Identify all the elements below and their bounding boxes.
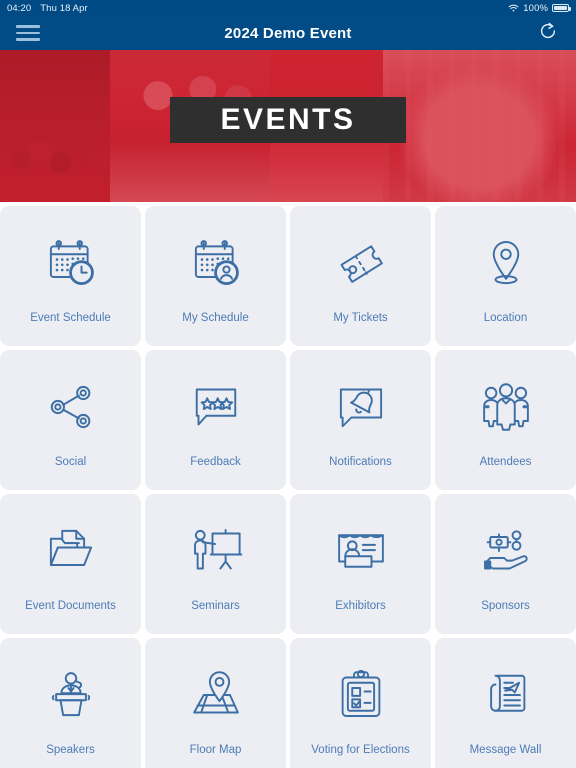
three-people-icon (435, 350, 576, 456)
tile-label: Attendees (479, 456, 532, 469)
tile-label: Message Wall (469, 744, 542, 757)
wifi-icon (508, 4, 519, 13)
tile-event-documents[interactable]: Event Documents (0, 494, 141, 634)
hero-label-text: EVENTS (220, 103, 356, 136)
page-title: 2024 Demo Event (224, 24, 352, 42)
tile-grid: Event Schedule My Schedule My Tickets Lo… (0, 202, 576, 768)
tile-seminars[interactable]: Seminars (145, 494, 286, 634)
share-nodes-icon (0, 350, 141, 456)
tile-social[interactable]: Social (0, 350, 141, 490)
tile-label: Seminars (191, 600, 240, 613)
tile-label: Voting for Elections (311, 744, 410, 757)
folded-map-pin-icon (145, 638, 286, 744)
app-root: 04:20 Thu 18 Apr 100% 2024 Demo Event EV… (0, 0, 576, 768)
hero-label-box: EVENTS (170, 97, 406, 143)
tile-label: My Schedule (182, 312, 249, 325)
hand-money-icon (435, 494, 576, 600)
tile-label: Social (54, 456, 87, 469)
tile-message-wall[interactable]: Message Wall (435, 638, 576, 768)
presenter-whiteboard-icon (145, 494, 286, 600)
status-bar: 04:20 Thu 18 Apr 100% (0, 0, 576, 16)
navigation-bar: 2024 Demo Event (0, 16, 576, 50)
tile-label: Sponsors (481, 600, 530, 613)
battery-full-icon (552, 4, 571, 12)
status-bar-right: 100% (508, 2, 571, 14)
map-pin-icon (435, 206, 576, 312)
ticket-icon (290, 206, 431, 312)
tile-label: Notifications (329, 456, 392, 469)
status-bar-left: 04:20 Thu 18 Apr (7, 3, 88, 14)
podium-speaker-icon (0, 638, 141, 744)
tile-my-tickets[interactable]: My Tickets (290, 206, 431, 346)
status-time: 04:20 (7, 2, 32, 14)
tile-exhibitors[interactable]: Exhibitors (290, 494, 431, 634)
clipboard-checklist-icon (290, 638, 431, 744)
tile-floor-map[interactable]: Floor Map (145, 638, 286, 768)
tile-speakers[interactable]: Speakers (0, 638, 141, 768)
speech-bubble-bell-icon (290, 350, 431, 456)
calendar-clock-icon (0, 206, 141, 312)
hero-banner[interactable]: EVENTS (0, 50, 576, 202)
status-date: Thu 18 Apr (40, 2, 88, 14)
refresh-button[interactable] (520, 16, 576, 50)
tile-notifications[interactable]: Notifications (290, 350, 431, 490)
folder-document-icon (0, 494, 141, 600)
tile-label: Floor Map (189, 744, 242, 757)
speech-bubble-stars-icon (145, 350, 286, 456)
tile-attendees[interactable]: Attendees (435, 350, 576, 490)
refresh-icon (538, 21, 558, 46)
battery-percent-label: 100% (523, 2, 548, 14)
hero-photo-1 (0, 50, 110, 202)
tile-label: Event Documents (25, 600, 116, 613)
hero-photo-4 (383, 50, 576, 202)
tile-voting-for-elections[interactable]: Voting for Elections (290, 638, 431, 768)
tile-label: My Tickets (333, 312, 388, 325)
newspaper-send-icon (435, 638, 576, 744)
tile-my-schedule[interactable]: My Schedule (145, 206, 286, 346)
tile-event-schedule[interactable]: Event Schedule (0, 206, 141, 346)
tile-feedback[interactable]: Feedback (145, 350, 286, 490)
tile-label: Location (483, 312, 528, 325)
tile-label: Feedback (190, 456, 241, 469)
tile-sponsors[interactable]: Sponsors (435, 494, 576, 634)
exhibitor-booth-icon (290, 494, 431, 600)
tile-label: Event Schedule (30, 312, 111, 325)
hamburger-menu-icon (16, 25, 40, 41)
tile-label: Speakers (46, 744, 95, 757)
hamburger-menu-button[interactable] (0, 16, 56, 50)
tile-location[interactable]: Location (435, 206, 576, 346)
tile-label: Exhibitors (335, 600, 386, 613)
calendar-person-icon (145, 206, 286, 312)
